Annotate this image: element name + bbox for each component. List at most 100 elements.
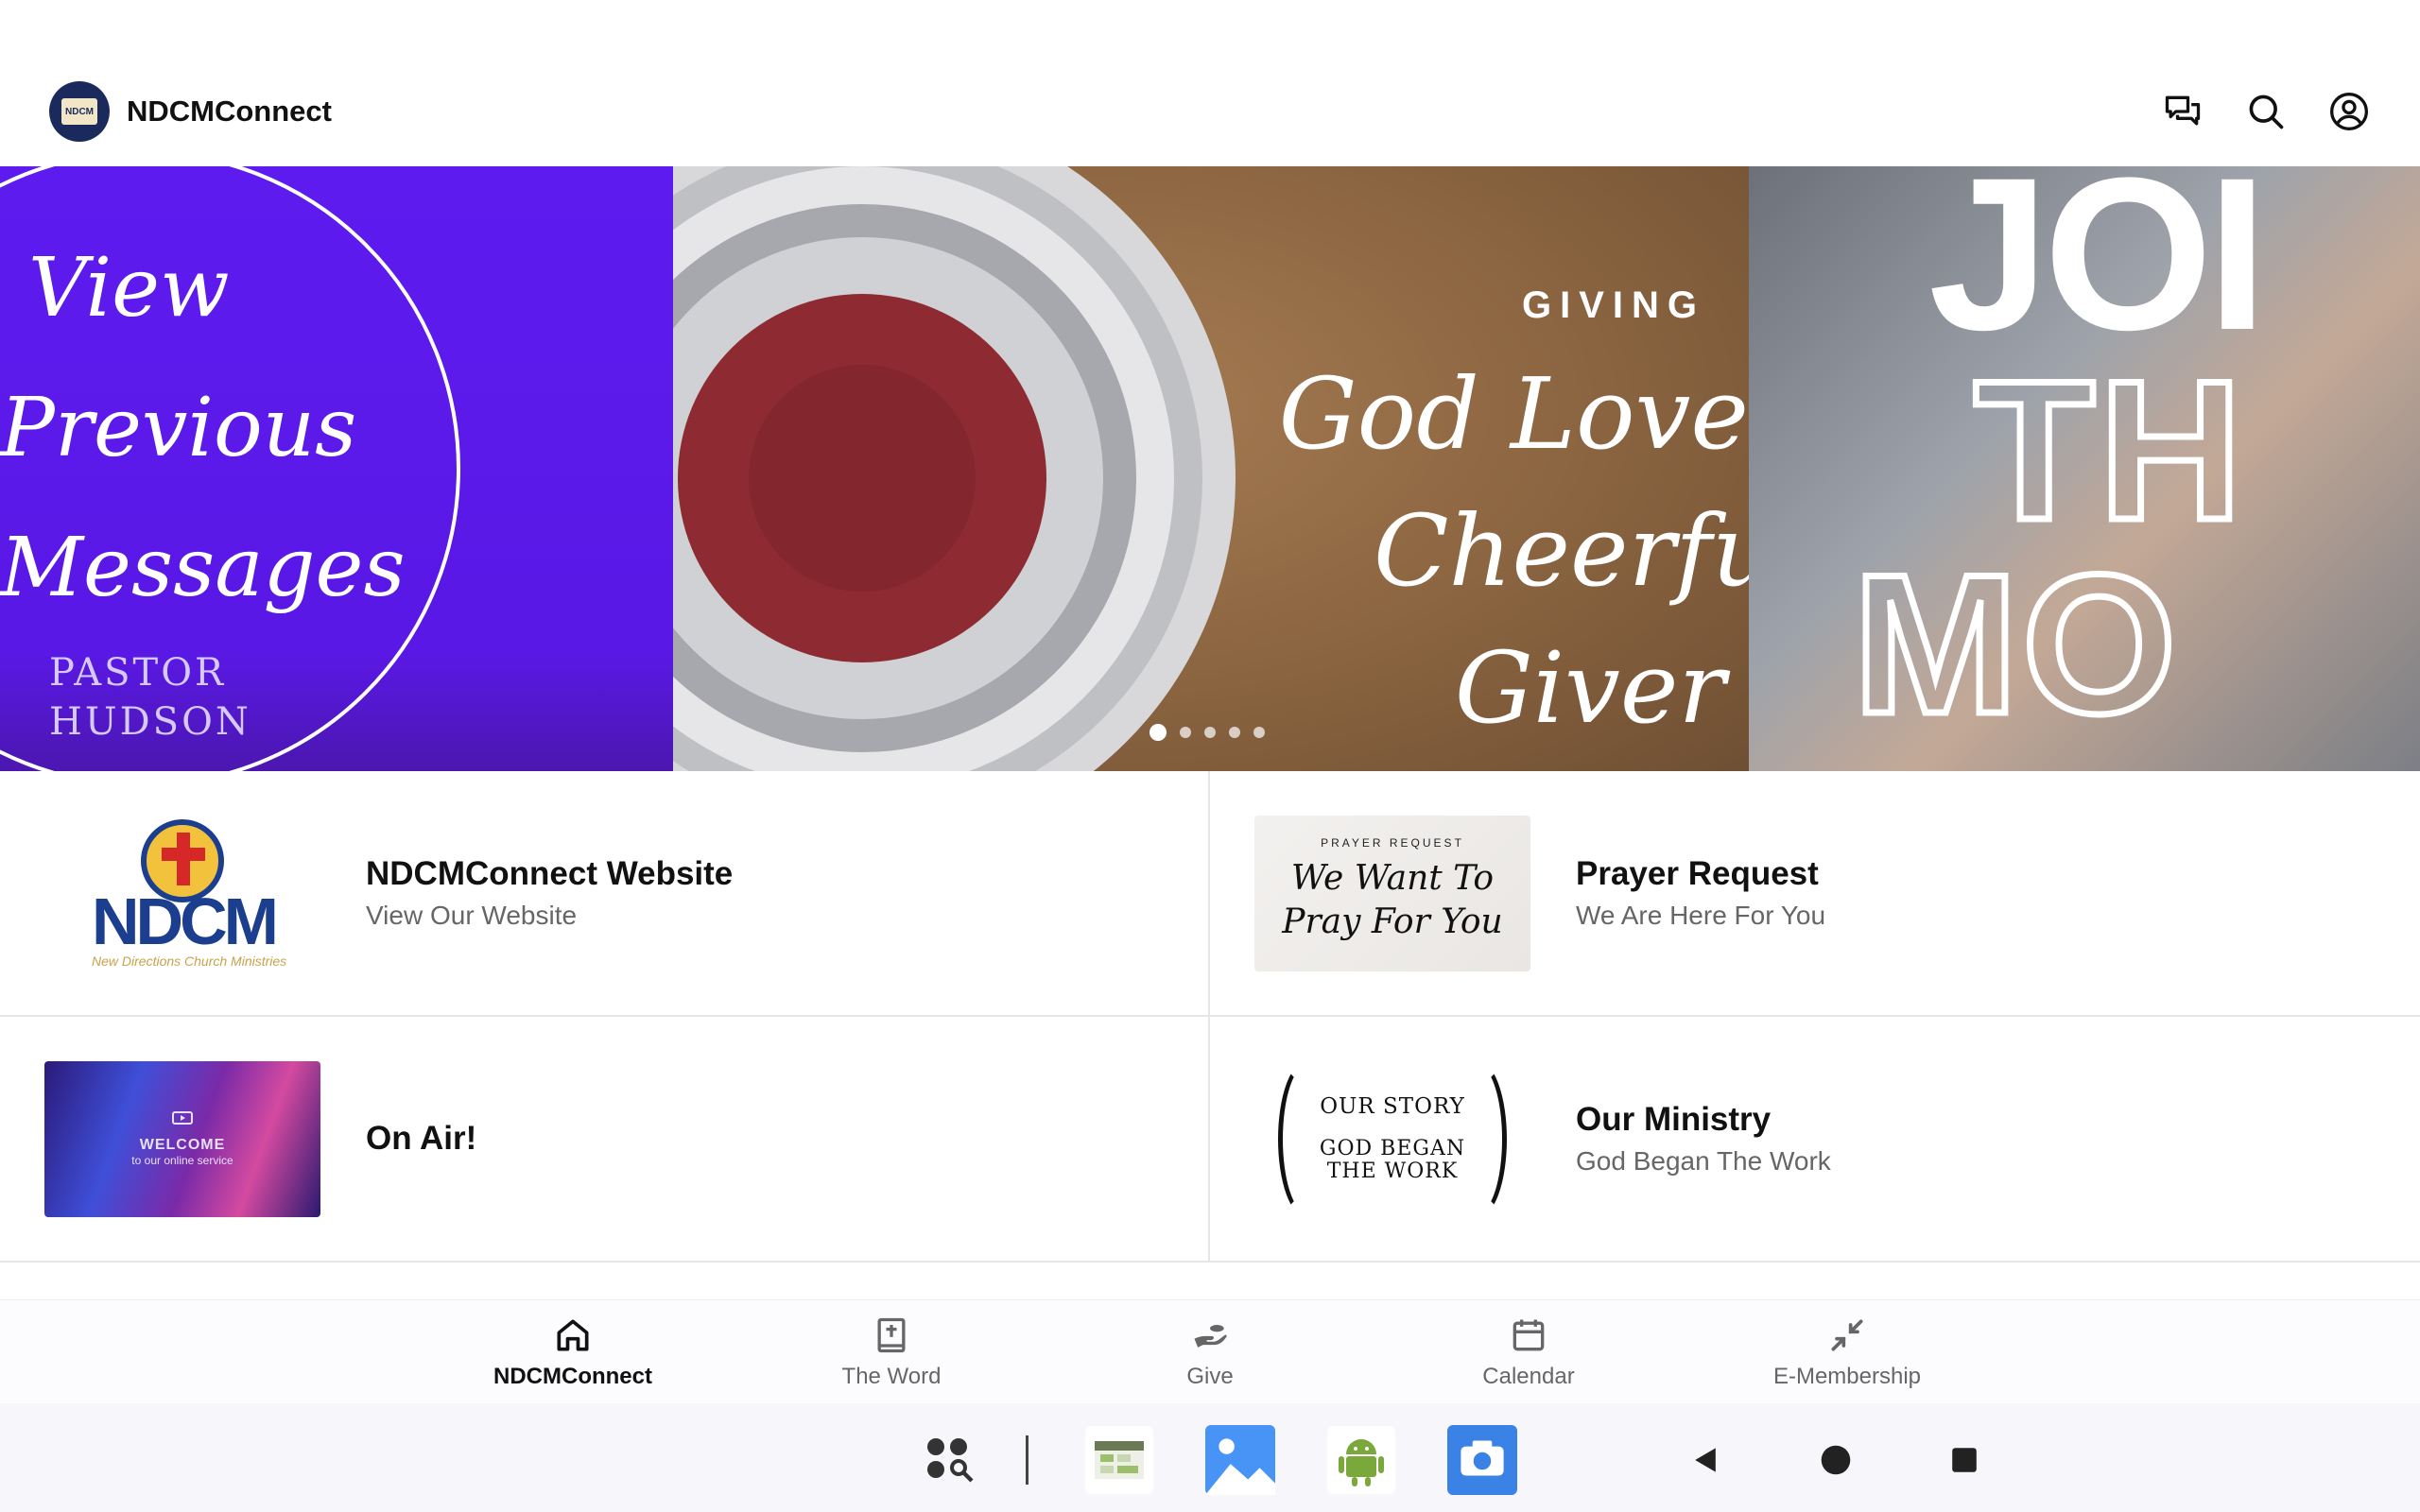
slide-headline-line: Cheerful — [1373, 493, 1749, 609]
slide-pastor-line: HUDSON — [49, 700, 251, 744]
chat-button[interactable] — [2161, 90, 2204, 133]
card-on-air-text: On Air! — [366, 1120, 476, 1158]
card-subtitle: God Began The Work — [1576, 1146, 1831, 1176]
profile-button[interactable] — [2327, 90, 2371, 133]
card-title: Prayer Request — [1576, 855, 1819, 892]
ministry-bracket-left — [1278, 1060, 1335, 1217]
slide-join-line: MO — [1849, 530, 2181, 759]
nav-label: NDCMConnect — [493, 1363, 652, 1389]
hero-carousel[interactable]: View Previous Messages PASTOR HUDSON GIV… — [0, 166, 2420, 771]
card-subtitle: We Are Here For You — [1576, 901, 1826, 930]
taskbar-divider-line — [1025, 1435, 1028, 1485]
sheets-app-icon — [1085, 1426, 1153, 1494]
nav-label: E-Membership — [1772, 1363, 1922, 1389]
slide-headline-line: Giver — [1454, 630, 1726, 746]
slide-headline-line: Messages — [0, 521, 406, 615]
back-icon — [1695, 1448, 1716, 1472]
ministry-thumb-line: GOD BEGAN THE WORK — [1320, 1138, 1465, 1183]
slide-headline: View Previous Messages — [0, 218, 406, 638]
app-bar: NDCM NDCMConnect — [0, 57, 2420, 166]
slide-pastor-line: PASTOR — [49, 651, 227, 695]
bottom-navigation: NDCMConnect The Word Give Calendar E-Mem… — [0, 1299, 2420, 1403]
slide-view-previous-messages[interactable]: View Previous Messages PASTOR HUDSON — [0, 166, 673, 771]
carousel-indicator[interactable] — [1150, 724, 1265, 741]
carousel-dot[interactable] — [1229, 727, 1240, 738]
system-recents-button[interactable] — [1945, 1424, 1983, 1496]
home-icon — [557, 1319, 589, 1350]
feature-grid: NDCM New Directions Church Ministries ND… — [0, 771, 2420, 1263]
app-root: NDCM NDCMConnect View Previous Messages … — [0, 0, 2420, 1512]
app-drawer-icon — [927, 1438, 974, 1483]
card-ministry-thumbnail: OUR STORY GOD BEGAN THE WORK — [1254, 1060, 1530, 1217]
nav-tab-calendar[interactable]: Calendar — [1370, 1300, 1688, 1403]
system-home-button[interactable] — [1817, 1424, 1855, 1496]
card-our-ministry[interactable]: OUR STORY GOD BEGAN THE WORK Our Ministr… — [1210, 1017, 2420, 1263]
app-logo[interactable]: NDCM — [49, 81, 110, 142]
ministry-thumb-line: OUR STORY — [1320, 1094, 1465, 1119]
ndcm-logo-tagline: New Directions Church Ministries — [92, 953, 287, 969]
card-title: NDCMConnect Website — [366, 855, 734, 892]
card-website-thumbnail: NDCM New Directions Church Ministries — [44, 815, 320, 971]
android-app-icon — [1327, 1426, 1395, 1494]
chat-bubbles-icon — [2165, 95, 2201, 126]
nav-label: Give — [1186, 1363, 1234, 1389]
tv-icon — [172, 1111, 193, 1125]
on-air-thumb-welcome: WELCOME — [139, 1137, 226, 1153]
app-bar-actions — [2161, 90, 2371, 133]
system-back-button[interactable] — [1686, 1424, 1724, 1496]
slide-giving-label: GIVING — [1521, 284, 1706, 326]
card-on-air-thumbnail: WELCOME to our online service — [44, 1060, 320, 1217]
collapse-arrows-icon — [1831, 1319, 1863, 1350]
nav-label: The Word — [841, 1363, 942, 1389]
card-prayer-request[interactable]: PRAYER REQUEST We Want To Pray For You P… — [1210, 771, 2420, 1017]
slide-giving-headline: God Loves A Cheerful Giver — [1184, 346, 1749, 757]
slide-headline-line: Previous — [0, 381, 357, 475]
prayer-thumb-line: We Want To — [1290, 858, 1495, 898]
nav-tab-the-word[interactable]: The Word — [733, 1300, 1051, 1403]
card-on-air[interactable]: WELCOME to our online service On Air! — [0, 1017, 1210, 1263]
card-prayer-thumbnail: PRAYER REQUEST We Want To Pray For You — [1254, 815, 1530, 971]
home-circle-icon — [1821, 1445, 1851, 1475]
app-title: NDCMConnect — [127, 94, 332, 128]
nav-tab-home[interactable]: NDCMConnect — [414, 1300, 733, 1403]
account-circle-icon — [2330, 93, 2368, 130]
giving-hand-icon — [1194, 1324, 1227, 1348]
slide-giving[interactable]: GIVING God Loves A Cheerful Giver — [673, 166, 1749, 771]
camera-app-button[interactable] — [1446, 1424, 1518, 1496]
prayer-thumb-script: We Want To Pray For You — [1254, 857, 1530, 944]
gallery-app-button[interactable] — [1204, 1424, 1276, 1496]
slide-headline-line: God Loves A — [1278, 356, 1749, 472]
nav-tab-give[interactable]: Give — [1051, 1300, 1370, 1403]
card-title: On Air! — [366, 1120, 477, 1157]
nav-label: Calendar — [1482, 1363, 1575, 1389]
calendar-icon — [1512, 1319, 1545, 1350]
on-air-thumb-sub: to our online service — [131, 1154, 233, 1167]
ministry-thumb-subline: THE WORK — [1326, 1160, 1459, 1183]
gallery-app-icon — [1205, 1425, 1275, 1495]
carousel-dot[interactable] — [1180, 727, 1191, 738]
search-icon — [2249, 94, 2284, 129]
app-logo-mark: NDCM — [61, 98, 97, 125]
slide-headline-line: View — [28, 241, 230, 335]
camera-app-icon — [1447, 1425, 1517, 1495]
app-drawer-button[interactable] — [919, 1424, 979, 1496]
search-button[interactable] — [2244, 90, 2288, 133]
ndcm-logo-cross — [162, 847, 205, 861]
system-navigation-bar — [0, 1403, 2420, 1512]
carousel-dot[interactable] — [1253, 727, 1265, 738]
carousel-dot-active[interactable] — [1150, 724, 1167, 741]
card-subtitle: View Our Website — [366, 901, 578, 930]
ministry-bracket-right — [1450, 1060, 1507, 1217]
slide-join-the-movement[interactable]: JOI TH MO — [1749, 166, 2420, 771]
android-app-button[interactable] — [1325, 1424, 1397, 1496]
card-title: Our Ministry — [1576, 1101, 1772, 1138]
nav-tab-e-membership[interactable]: E-Membership — [1688, 1300, 2007, 1403]
taskbar-divider — [1025, 1424, 1028, 1496]
slide-pastor-name: PASTOR HUDSON — [49, 648, 251, 747]
bible-icon — [877, 1317, 906, 1352]
card-ministry-text: Our Ministry God Began The Work — [1576, 1101, 1831, 1177]
sheets-app-button[interactable] — [1083, 1424, 1155, 1496]
card-website[interactable]: NDCM New Directions Church Ministries ND… — [0, 771, 1210, 1017]
recents-icon — [1952, 1448, 1977, 1472]
carousel-dot[interactable] — [1204, 727, 1216, 738]
